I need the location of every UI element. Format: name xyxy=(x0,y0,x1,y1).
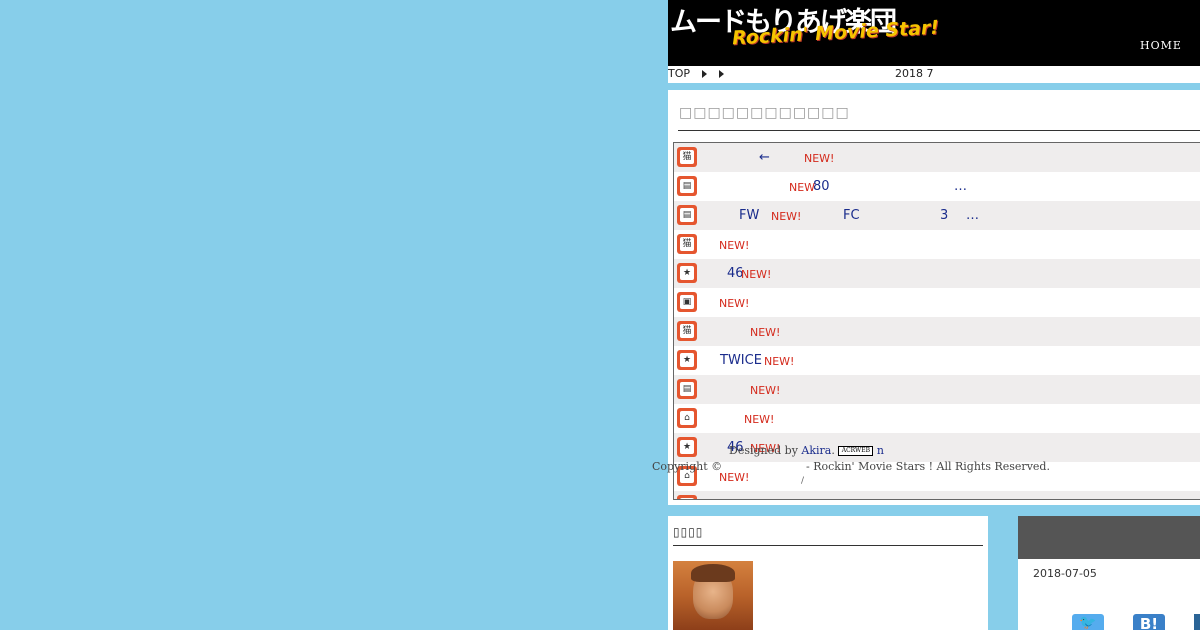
icon-glyph: ⌂ xyxy=(680,411,694,425)
new-badge: NEW! xyxy=(719,471,750,484)
article-header-bar xyxy=(1018,516,1200,559)
news-title[interactable]: FC V xyxy=(714,498,744,499)
icon-glyph: ▣ xyxy=(680,295,694,309)
icon-glyph: ▤ xyxy=(680,498,694,499)
new-badge: NEW! xyxy=(719,297,750,310)
new-badge: NEW! xyxy=(750,384,781,397)
star-icon: ★ xyxy=(677,350,697,370)
footer-slash: / xyxy=(801,476,805,486)
news-row[interactable]: ▤ NEW! xyxy=(674,375,1200,404)
home-icon: ⌂ xyxy=(677,408,697,428)
sidebar-title: ▯▯▯▯ xyxy=(673,525,704,539)
breadcrumb-arrow-icon xyxy=(719,70,724,78)
article-date: 2018-07-05 xyxy=(1033,567,1097,580)
news-row[interactable]: ▣ NEW! xyxy=(674,288,1200,317)
news-title[interactable]: FC xyxy=(843,208,860,223)
news-row[interactable]: ⌂ NEW! xyxy=(674,404,1200,433)
icon-glyph: ★ xyxy=(680,353,694,367)
breadcrumb: TOP 2018 7 xyxy=(668,66,1200,83)
news-panel: □□□□□□□□□□□□ 猫 NEW! ← ▤ NEW 80 … ▤ FW NEW! FC 3 … 猫 NE… xyxy=(668,90,1200,505)
news-title[interactable]: … xyxy=(954,179,967,194)
cat-icon: 猫 xyxy=(677,234,697,254)
star-icon: ★ xyxy=(677,263,697,283)
picture-icon: ▣ xyxy=(677,292,697,312)
new-badge: NEW! xyxy=(804,152,835,165)
home-link[interactable]: HOME xyxy=(1140,39,1200,52)
news-title[interactable]: ← xyxy=(759,150,770,165)
section-title: □□□□□□□□□□□□ xyxy=(679,105,850,121)
news-title[interactable]: TWICE xyxy=(720,353,762,368)
icon-glyph: 猫 xyxy=(680,324,694,338)
breadcrumb-date: 2018 7 xyxy=(895,67,934,80)
movie-poster-image[interactable] xyxy=(673,561,753,630)
new-badge: NEW! xyxy=(741,268,772,281)
new-badge: NEW! xyxy=(744,413,775,426)
icon-glyph: ★ xyxy=(680,440,694,454)
news-row[interactable]: ▤ NEW 80 … xyxy=(674,172,1200,201)
poster-hair xyxy=(691,564,735,582)
icon-glyph: ▤ xyxy=(680,382,694,396)
breadcrumb-arrow-icon xyxy=(702,70,707,78)
designer-suffix[interactable]: n xyxy=(877,444,884,457)
designed-by-credit: Designed by Akira. ACRWEB n xyxy=(729,444,884,457)
acrweb-badge[interactable]: ACRWEB xyxy=(838,446,874,456)
icon-glyph: ▤ xyxy=(680,208,694,222)
news-row[interactable]: 猫 NEW! xyxy=(674,230,1200,259)
calendar-icon: ▤ xyxy=(677,205,697,225)
section-divider xyxy=(678,130,1200,131)
news-row[interactable]: 猫 NEW! xyxy=(674,317,1200,346)
designed-by-label: Designed by xyxy=(729,444,798,457)
news-row[interactable]: ▤ FW NEW! FC 3 … xyxy=(674,201,1200,230)
calendar-icon: ▤ xyxy=(677,176,697,196)
new-badge: NEW! xyxy=(771,210,802,223)
calendar-icon: ▤ xyxy=(677,379,697,399)
icon-glyph: 猫 xyxy=(680,150,694,164)
sidebar-panel: ▯▯▯▯ xyxy=(668,516,988,630)
news-title[interactable]: FW xyxy=(739,208,759,223)
news-title[interactable]: 3 xyxy=(940,208,948,223)
news-title[interactable]: 80 xyxy=(813,179,830,194)
news-title[interactable]: … xyxy=(966,208,979,223)
news-row[interactable]: 猫 NEW! ← xyxy=(674,143,1200,172)
copyright-rights: - Rockin' Movie Stars ! All Rights Reser… xyxy=(806,460,1050,473)
hatena-bookmark-button[interactable]: B! xyxy=(1133,614,1165,630)
star-icon: ★ xyxy=(677,437,697,457)
news-row[interactable]: ★ TWICE NEW! xyxy=(674,346,1200,375)
breadcrumb-top-link[interactable]: TOP xyxy=(668,67,690,80)
news-row[interactable]: ▤ FC V DE xyxy=(674,491,1200,499)
icon-glyph: 猫 xyxy=(680,237,694,251)
new-badge: NEW! xyxy=(764,355,795,368)
icon-glyph: ▤ xyxy=(680,179,694,193)
icon-glyph: ★ xyxy=(680,266,694,280)
calendar-icon: ▤ xyxy=(677,495,697,499)
site-header: ムードもりあげ楽団 Rockin' Movie Star! HOME xyxy=(668,0,1200,66)
new-badge: NEW! xyxy=(719,239,750,252)
copyright-label: Copyright © xyxy=(652,460,723,473)
new-badge: NEW xyxy=(789,181,816,194)
news-row[interactable]: ★ 46 NEW! xyxy=(674,259,1200,288)
twitter-share-button[interactable]: 🐦 xyxy=(1072,614,1104,630)
twitter-icon: 🐦 xyxy=(1079,615,1097,630)
new-badge: NEW! xyxy=(750,326,781,339)
share-button-partial[interactable] xyxy=(1194,614,1200,630)
sidebar-divider xyxy=(673,545,983,546)
news-title[interactable]: DE xyxy=(797,498,815,499)
article-panel: 2018-07-05 🐦 B! xyxy=(1018,516,1200,630)
cat-icon: 猫 xyxy=(677,321,697,341)
cat-icon: 猫 xyxy=(677,147,697,167)
designer-link[interactable]: Akira xyxy=(801,444,831,457)
